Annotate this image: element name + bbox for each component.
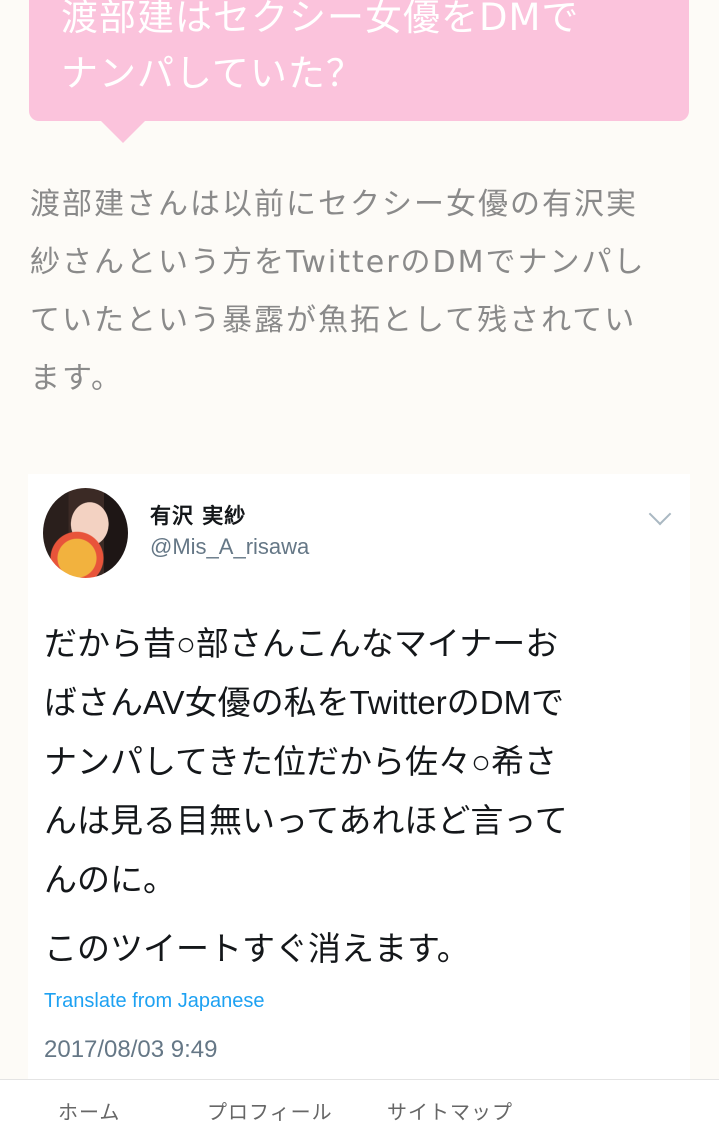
tweet-user-name[interactable]: 有沢 実紗 (150, 500, 246, 530)
tweet-text-line: んは見る目無いってあれほど言って (44, 802, 568, 839)
nav-item-sitemap[interactable]: サイトマップ (387, 1096, 513, 1125)
translate-link[interactable]: Translate from Japanese (44, 990, 264, 1013)
section-heading: 渡部建はセクシー女優をDMで ナンパしていた？ (61, 0, 671, 102)
avatar[interactable] (43, 488, 128, 578)
tweet-user-handle[interactable]: @Mis_A_risawa (150, 534, 309, 560)
tweet-text-gap (44, 909, 684, 919)
section-heading-box: 渡部建はセクシー女優をDMで ナンパしていた？ (29, 0, 689, 143)
tweet-text-line: だから昔○部さんこんなマイナーお (44, 625, 559, 662)
tweet-text-line: んのに。 (44, 861, 176, 898)
nav-item-profile[interactable]: プロフィール (207, 1096, 333, 1125)
section-heading-line: ナンパしていた？ (61, 52, 364, 95)
tweet-text-line: ナンパしてきた位だから佐々○希さ (44, 743, 557, 780)
embedded-tweet: 有沢 実紗 @Mis_A_risawa だから昔○部さんこんなマイナーお ばさん… (28, 474, 690, 1084)
tweet-text-line: このツイートすぐ消えます。 (44, 930, 470, 967)
article-line: 紗さんという方をTwitterのDMでナンパし (30, 245, 646, 280)
nav-item-home[interactable]: ホーム (58, 1096, 120, 1125)
article-line: ていたという暴露が魚拓として残されてい (30, 303, 637, 338)
tweet-text-line: ばさんAV女優の私をTwitterのDMで (44, 684, 565, 721)
tweet-timestamp[interactable]: 2017/08/03 9:49 (44, 1036, 218, 1064)
article-line: 渡部建さんは以前にセクシー女優の有沢実 (30, 187, 638, 222)
article-paragraph: 渡部建さんは以前にセクシー女優の有沢実 紗さんという方をTwitterのDMでナ… (30, 176, 680, 408)
tweet-text: だから昔○部さんこんなマイナーお ばさんAV女優の私をTwitterのDMで ナ… (44, 614, 684, 978)
article-line: ます。 (30, 361, 123, 396)
bottom-nav: ホーム プロフィール サイトマップ (0, 1079, 719, 1141)
section-heading-line: 渡部建はセクシー女優をDMで (61, 0, 580, 39)
chevron-down-icon[interactable] (648, 502, 672, 526)
